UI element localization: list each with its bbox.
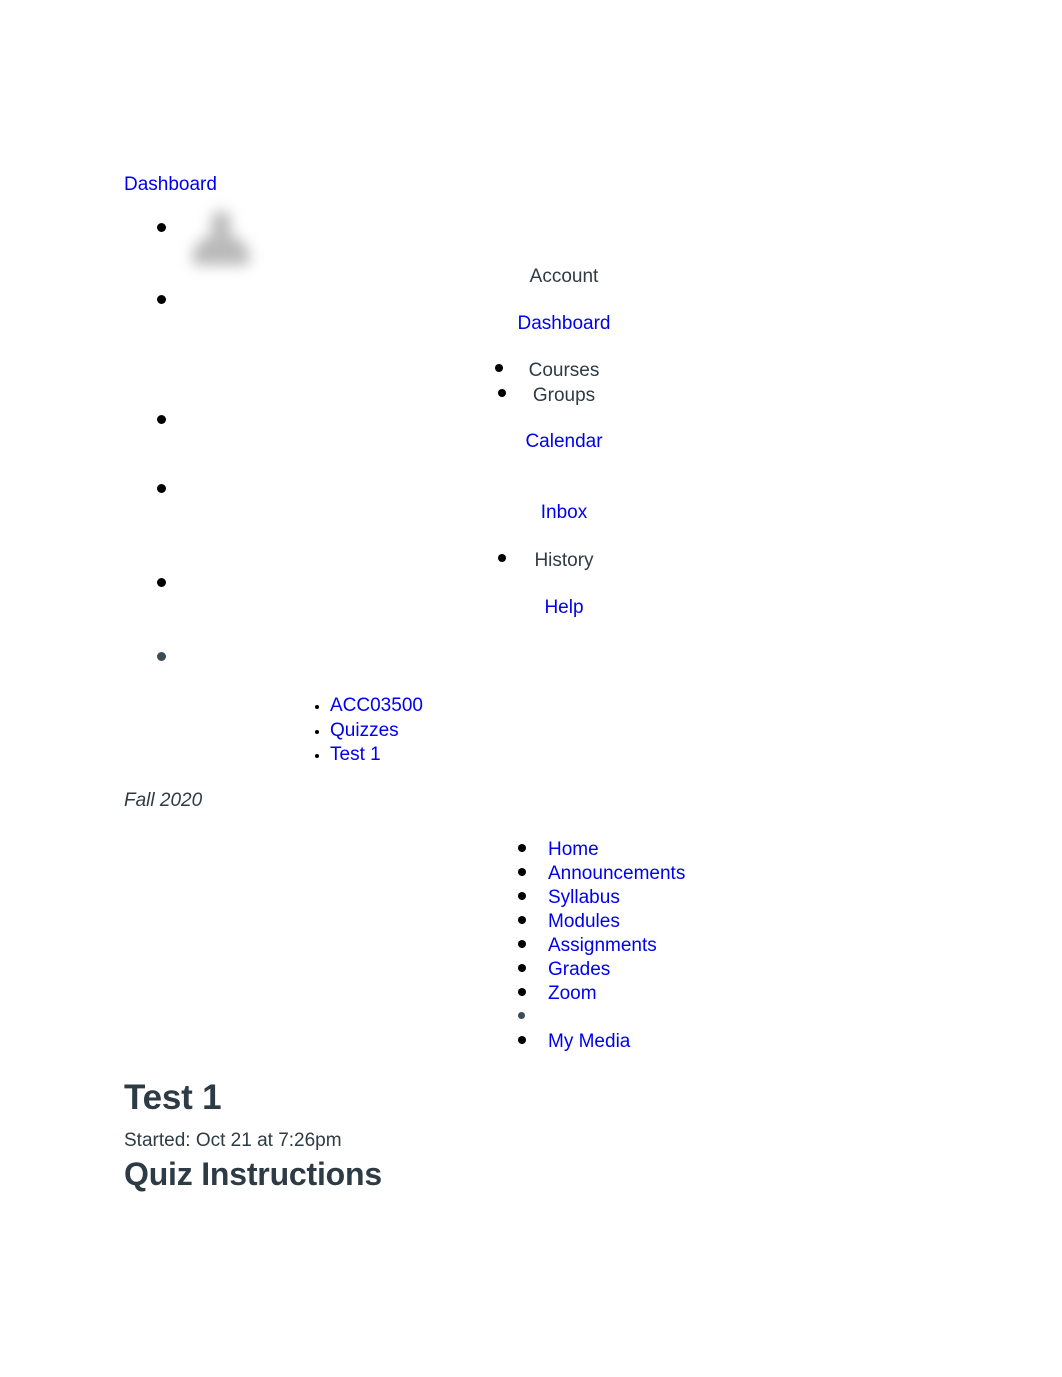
breadcrumb-item-quiz[interactable]: Test 1 <box>330 743 423 768</box>
breadcrumb-item-course[interactable]: ACC03500 <box>330 694 423 719</box>
breadcrumb-item-quizzes[interactable]: Quizzes <box>330 719 423 744</box>
course-nav-item-my-media[interactable]: My Media <box>512 1030 685 1054</box>
global-nav-bullet-4 <box>157 484 166 493</box>
global-nav-item-history: History <box>534 550 594 571</box>
global-nav-bullet-3 <box>157 415 166 424</box>
global-nav-bullet-6 <box>157 652 166 661</box>
course-nav-item-modules[interactable]: Modules <box>512 910 685 934</box>
dashboard-link-top[interactable]: Dashboard <box>124 172 217 198</box>
course-nav-item-grades[interactable]: Grades <box>512 958 685 982</box>
global-nav-item-help[interactable]: Help <box>544 597 583 618</box>
breadcrumb-link-quizzes[interactable]: Quizzes <box>330 719 399 744</box>
course-nav-item-home[interactable]: Home <box>512 838 685 862</box>
global-nav-item-account: Account <box>529 266 599 287</box>
course-nav-link-zoom[interactable]: Zoom <box>548 983 597 1004</box>
course-nav-link-modules[interactable]: Modules <box>548 911 620 932</box>
global-nav-item-groups: Groups <box>532 385 596 406</box>
global-nav-bullet-1 <box>157 223 166 232</box>
course-nav-item-zoom[interactable]: Zoom <box>512 982 685 1006</box>
course-nav-link-syllabus[interactable]: Syllabus <box>548 887 620 908</box>
global-nav-item-dashboard[interactable]: Dashboard <box>518 313 611 334</box>
page-title: Test 1 <box>124 1078 222 1117</box>
breadcrumb: ACC03500 Quizzes Test 1 <box>294 694 423 768</box>
course-nav-link-assignments[interactable]: Assignments <box>548 935 657 956</box>
course-nav-item-announcements[interactable]: Announcements <box>512 862 685 886</box>
global-nav-item-inbox[interactable]: Inbox <box>541 502 587 523</box>
course-nav-item-blank[interactable] <box>512 1006 685 1030</box>
avatar <box>180 198 262 280</box>
course-nav-link-home[interactable]: Home <box>548 839 599 860</box>
global-nav-bullet-5 <box>157 578 166 587</box>
course-nav-item-assignments[interactable]: Assignments <box>512 934 685 958</box>
course-nav-link-my-media[interactable]: My Media <box>548 1031 630 1052</box>
course-nav-item-syllabus[interactable]: Syllabus <box>512 886 685 910</box>
breadcrumb-link-quiz[interactable]: Test 1 <box>330 743 381 768</box>
global-nav-item-courses: Courses <box>528 360 600 381</box>
course-nav-link-announcements[interactable]: Announcements <box>548 863 685 884</box>
breadcrumb-link-course[interactable]: ACC03500 <box>330 694 423 719</box>
global-nav-bullet-2 <box>157 295 166 304</box>
global-nav-item-calendar[interactable]: Calendar <box>525 431 602 452</box>
course-term-label: Fall 2020 <box>124 790 203 811</box>
quiz-started-timestamp: Started: Oct 21 at 7:26pm <box>124 1130 342 1151</box>
course-navigation: Home Announcements Syllabus Modules Assi… <box>512 838 685 1054</box>
course-nav-link-grades[interactable]: Grades <box>548 959 610 980</box>
quiz-instructions-heading: Quiz Instructions <box>124 1156 382 1192</box>
